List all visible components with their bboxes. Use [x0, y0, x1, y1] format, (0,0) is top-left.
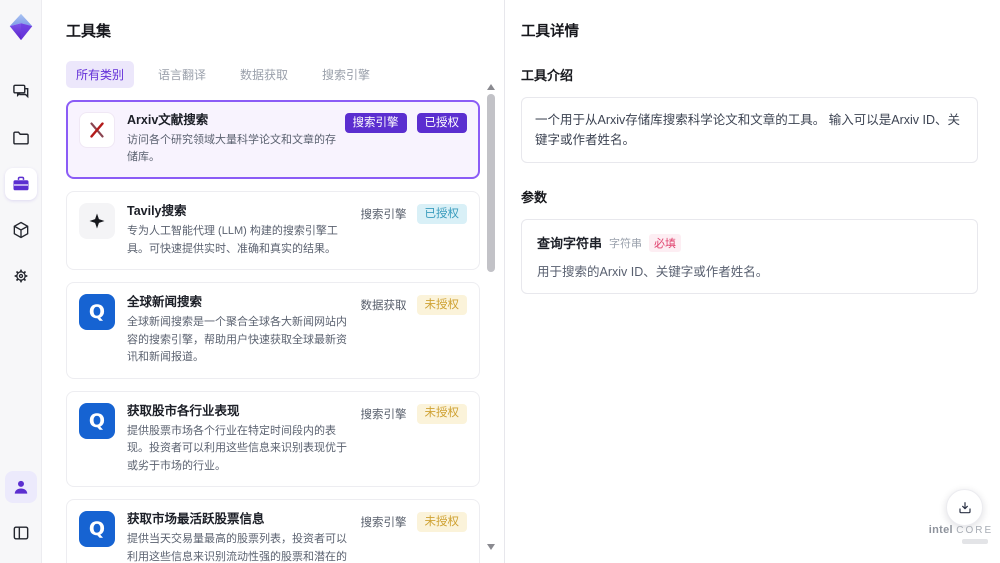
gear-icon	[14, 269, 27, 283]
q-news-logo-icon: Q	[79, 294, 115, 331]
tool-intro-text: 一个用于从Arxiv存储库搜索科学论文和文章的工具。 输入可以是Arxiv ID…	[521, 97, 978, 163]
status-badge: 未授权	[416, 295, 467, 316]
tab-language-translation[interactable]: 语言翻译	[148, 61, 216, 88]
tool-card-active-stocks[interactable]: Q 获取市场最活跃股票信息 提供当天交易量最高的股票列表，投资者可以利用这些信息…	[66, 499, 480, 563]
parameter-card: 查询字符串 字符串 必填 用于搜索的Arxiv ID、关键字或作者姓名。	[521, 219, 978, 294]
sidebar-item-packages[interactable]	[5, 214, 37, 246]
status-badge: 已授权	[416, 204, 467, 224]
params-heading: 参数	[521, 190, 548, 205]
download-button[interactable]	[946, 489, 983, 526]
tavily-star-icon	[79, 203, 115, 240]
arxiv-logo-icon	[79, 112, 115, 148]
q-news-logo-icon: Q	[79, 402, 115, 439]
sidebar-item-panel-toggle[interactable]	[5, 517, 37, 549]
param-required-badge: 必填	[649, 233, 682, 252]
tool-description: 专为人工智能代理 (LLM) 构建的搜索引擎工具。可快速提供实时、准确和真实的结…	[127, 224, 338, 255]
intel-core-watermark: intel core	[928, 524, 994, 544]
param-description: 用于搜索的Arxiv ID、关键字或作者姓名。	[537, 265, 769, 279]
detail-title: 工具详情	[521, 24, 579, 40]
category-label: 数据获取	[360, 300, 407, 313]
intel-logo-text: intel	[928, 524, 953, 536]
user-icon	[14, 480, 27, 494]
status-badge: 未授权	[416, 512, 467, 533]
scrollbar-thumb[interactable]	[487, 94, 495, 272]
tool-card-arxiv[interactable]: Arxiv文献搜索 访问各个研究领域大量科学论文和文章的存储库。 搜索引擎 已授…	[66, 100, 480, 180]
chat-icon	[12, 84, 28, 99]
app-window: 工具集 所有类别 语言翻译 数据获取 搜索引擎 Arxiv文献搜索 访问各个研究…	[0, 0, 1000, 563]
sidebar-item-account[interactable]	[4, 471, 37, 503]
toolbox-icon	[13, 176, 28, 191]
tool-list-panel: 工具集 所有类别 语言翻译 数据获取 搜索引擎 Arxiv文献搜索 访问各个研究…	[42, 0, 505, 563]
tool-description: 访问各个研究领域大量科学论文和文章的存储库。	[127, 133, 336, 164]
tool-card-tavily[interactable]: Tavily搜索 专为人工智能代理 (LLM) 构建的搜索引擎工具。可快速提供实…	[66, 191, 480, 271]
list-scrollbar[interactable]	[486, 84, 496, 550]
cube-icon	[13, 221, 28, 239]
tool-name: 全球新闻搜索	[127, 295, 203, 310]
download-icon	[958, 501, 971, 513]
tab-data-fetch[interactable]: 数据获取	[230, 61, 298, 88]
panel-layout-icon	[13, 526, 28, 540]
sidebar-item-files[interactable]	[5, 122, 37, 154]
tool-name: Arxiv文献搜索	[127, 113, 209, 127]
icon-sidebar	[0, 0, 42, 563]
category-label: 搜索引擎	[360, 408, 407, 421]
param-type: 字符串	[609, 237, 643, 250]
tool-description: 全球新闻搜索是一个聚合全球各大新闻网站内容的搜索引擎，帮助用户快速获取全球最新资…	[127, 316, 347, 364]
folder-icon	[12, 131, 29, 145]
tool-description: 提供股票市场各个行业在特定时间段内的表现。投资者可以利用这些信息来识别表现优于或…	[127, 424, 347, 472]
status-badge: 已授权	[416, 113, 467, 133]
app-logo-icon	[9, 13, 32, 41]
q-news-logo-icon: Q	[79, 511, 115, 548]
param-name: 查询字符串	[537, 236, 603, 251]
scroll-down-arrow-icon[interactable]	[487, 544, 495, 550]
page-title: 工具集	[66, 23, 112, 40]
scroll-up-arrow-icon[interactable]	[487, 84, 495, 90]
sidebar-item-chat[interactable]	[5, 76, 37, 108]
watermark-underline-bar	[962, 539, 988, 544]
tool-card-sector-performance[interactable]: Q 获取股市各行业表现 提供股票市场各个行业在特定时间段内的表现。投资者可以利用…	[66, 390, 480, 488]
core-logo-text: core	[956, 525, 994, 536]
category-label: 搜索引擎	[360, 209, 407, 222]
sidebar-item-tools[interactable]	[4, 168, 37, 200]
category-label: 搜索引擎	[360, 517, 407, 530]
tool-card-global-news[interactable]: Q 全球新闻搜索 全球新闻搜索是一个聚合全球各大新闻网站内容的搜索引擎，帮助用户…	[66, 282, 480, 379]
tab-all-categories[interactable]: 所有类别	[66, 61, 135, 88]
category-badge: 搜索引擎	[344, 113, 407, 133]
sidebar-item-settings[interactable]	[5, 260, 37, 292]
tool-name: Tavily搜索	[127, 204, 187, 219]
tool-description: 提供当天交易量最高的股票列表，投资者可以利用这些信息来识别流动性强的股票和潜在的…	[127, 533, 347, 563]
status-badge: 未授权	[416, 403, 467, 424]
category-tabs: 所有类别 语言翻译 数据获取 搜索引擎	[66, 61, 504, 88]
tool-name: 获取市场最活跃股票信息	[127, 512, 265, 527]
intro-heading: 工具介绍	[521, 68, 574, 83]
tab-search-engine[interactable]: 搜索引擎	[312, 61, 380, 88]
tool-name: 获取股市各行业表现	[127, 403, 240, 418]
tool-card-list: Arxiv文献搜索 访问各个研究领域大量科学论文和文章的存储库。 搜索引擎 已授…	[66, 100, 480, 563]
tool-detail-panel: 工具详情 工具介绍 一个用于从Arxiv存储库搜索科学论文和文章的工具。 输入可…	[505, 0, 1000, 563]
